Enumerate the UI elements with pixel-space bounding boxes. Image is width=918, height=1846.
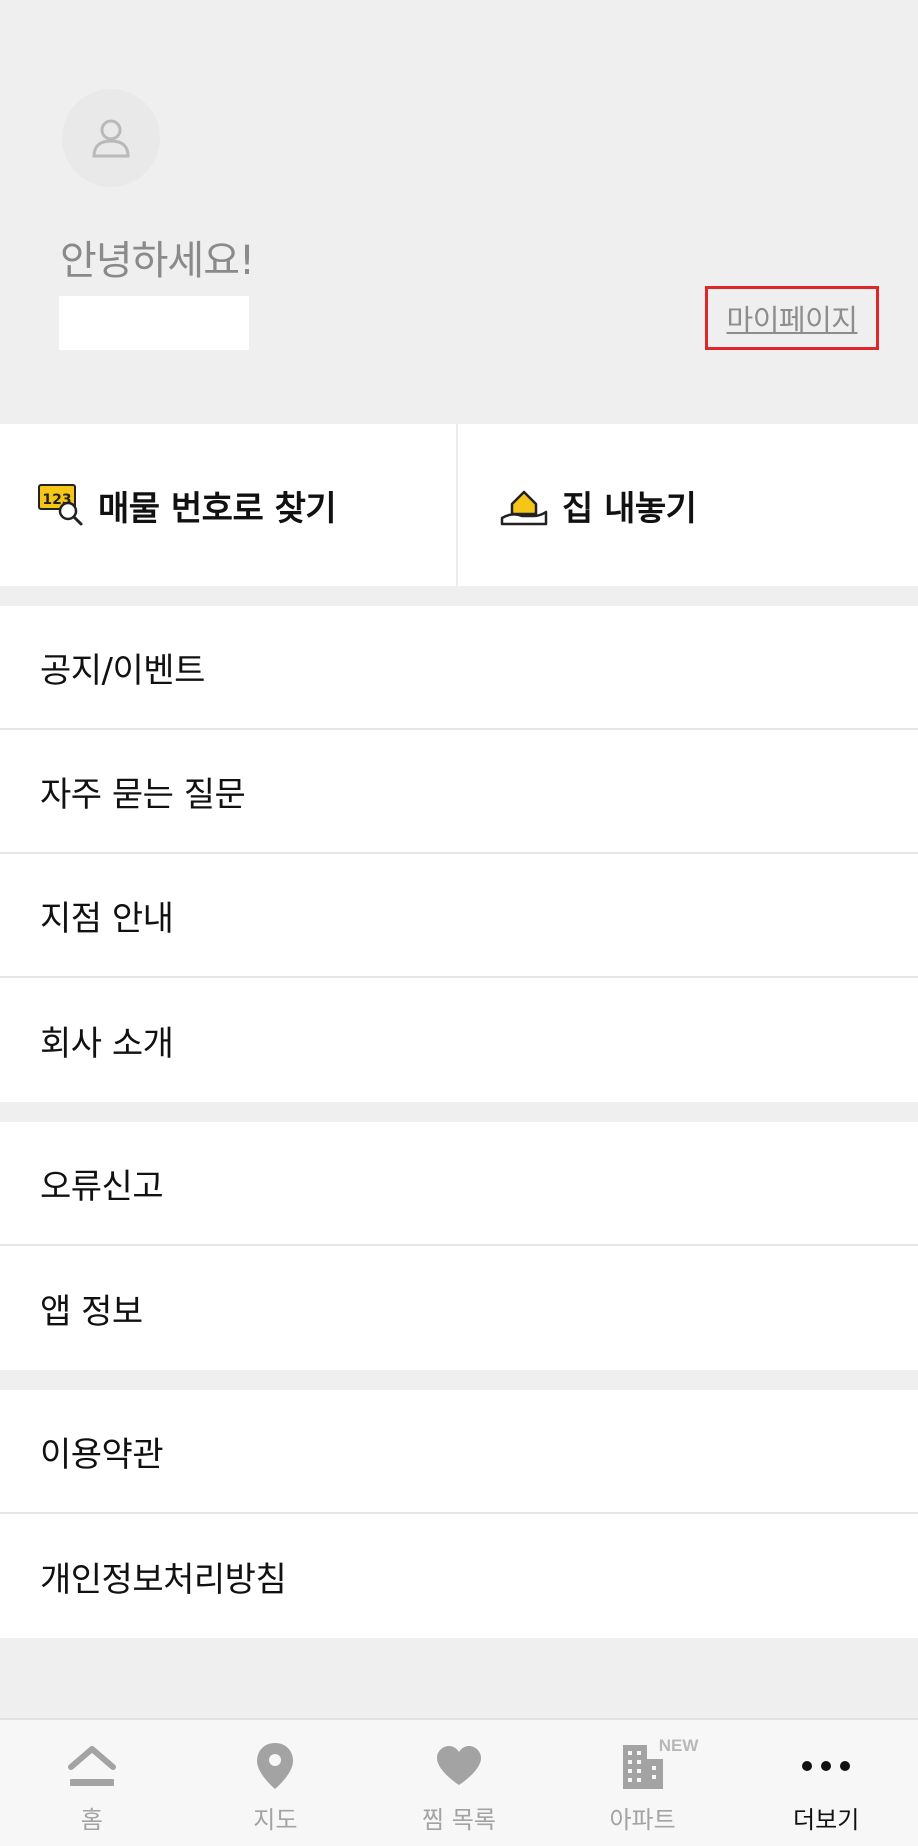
tab-home-label: 홈 — [80, 1806, 103, 1834]
tab-favorites-label: 찜 목록 — [422, 1806, 496, 1834]
house-hand-icon — [500, 490, 548, 526]
menu-item-error-report[interactable]: 오류신고 — [0, 1122, 918, 1246]
find-by-listing-number-button[interactable]: 123 매물 번호로 찾기 — [0, 424, 458, 586]
greeting-text: 안녕하세요! — [60, 238, 255, 284]
map-pin-icon — [257, 1743, 294, 1789]
profile-header: 안녕하세요! 마이페이지 — [0, 0, 918, 423]
menu-item-app-info[interactable]: 앱 정보 — [0, 1246, 918, 1370]
mypage-link[interactable]: 마이페이지 — [705, 286, 879, 350]
tab-favorites[interactable]: 찜 목록 — [367, 1720, 551, 1846]
list-house-label: 집 내놓기 — [562, 488, 697, 529]
bottom-tab-bar: 홈 지도 찜 목록 NEW 아파트 더보기 — [0, 1718, 918, 1846]
user-name-redacted — [59, 296, 249, 350]
user-icon — [92, 119, 130, 158]
tab-map[interactable]: 지도 — [184, 1720, 368, 1846]
menu-group-legal: 이용약관 개인정보처리방침 — [0, 1390, 918, 1638]
menu-item-terms[interactable]: 이용약관 — [0, 1390, 918, 1514]
number-search-icon: 123 — [38, 484, 83, 526]
list-house-button[interactable]: 집 내놓기 — [458, 424, 918, 586]
menu-item-privacy-policy[interactable]: 개인정보처리방침 — [0, 1514, 918, 1638]
tab-home[interactable]: 홈 — [0, 1720, 184, 1846]
home-icon — [67, 1746, 116, 1786]
tab-more-label: 더보기 — [793, 1806, 860, 1834]
avatar[interactable] — [62, 89, 160, 187]
menu-item-branch-guide[interactable]: 지점 안내 — [0, 854, 918, 978]
menu-item-company-intro[interactable]: 회사 소개 — [0, 978, 918, 1102]
quick-actions: 123 매물 번호로 찾기 집 내놓기 — [0, 424, 918, 586]
new-badge: NEW — [658, 1736, 699, 1755]
menu-group-support: 오류신고 앱 정보 — [0, 1122, 918, 1370]
tab-apartment-label: 아파트 — [609, 1806, 676, 1834]
find-by-number-label: 매물 번호로 찾기 — [98, 488, 337, 529]
tab-apartment[interactable]: NEW 아파트 — [551, 1720, 735, 1846]
tab-map-label: 지도 — [253, 1806, 298, 1834]
more-dots-icon — [802, 1761, 851, 1771]
heart-icon — [436, 1746, 481, 1785]
menu-item-notice-event[interactable]: 공지/이벤트 — [0, 606, 918, 730]
menu-item-faq[interactable]: 자주 묻는 질문 — [0, 730, 918, 854]
tab-more[interactable]: 더보기 — [734, 1720, 918, 1846]
menu-group-info: 공지/이벤트 자주 묻는 질문 지점 안내 회사 소개 — [0, 606, 918, 1102]
